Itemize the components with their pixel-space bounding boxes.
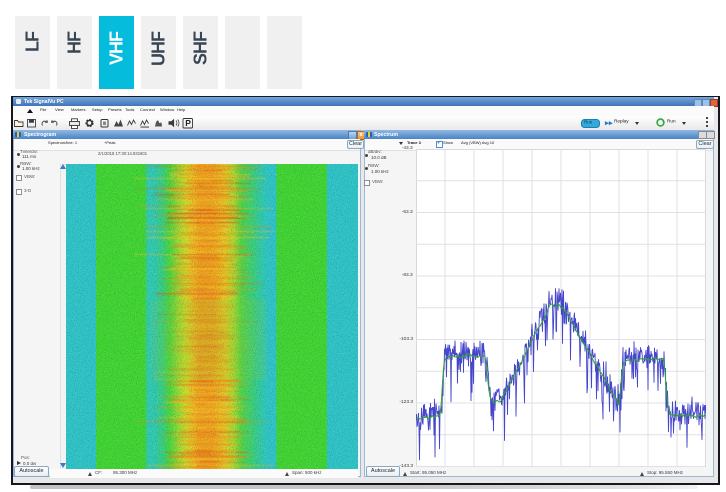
svg-text:P: P bbox=[185, 118, 191, 128]
